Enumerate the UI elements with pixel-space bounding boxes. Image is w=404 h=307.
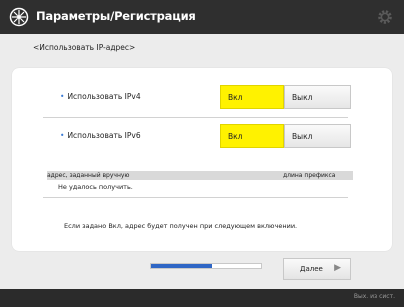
progress-bar (150, 263, 262, 269)
ipv6-label: • Использовать IPv6 (60, 131, 141, 140)
progress-fill (151, 264, 212, 268)
ipv6-on-button[interactable]: Вкл (220, 124, 284, 148)
page-title: Параметры/Регистрация (36, 9, 196, 23)
settings-wheel-icon (9, 7, 29, 27)
address-info-header: адрес, заданный вручную длина префикса (47, 171, 353, 180)
ipv4-off-button[interactable]: Выкл (284, 85, 351, 109)
chevron-right-icon: ▶ (334, 263, 341, 273)
ipv6-off-button[interactable]: Выкл (284, 124, 351, 148)
info-note: Если задано Вкл, адрес будет получен при… (64, 222, 298, 230)
ipv4-on-button[interactable]: Вкл (220, 85, 284, 109)
manual-address-header: адрес, заданный вручную (47, 172, 130, 179)
section-subtitle: <Использовать IP-адрес> (33, 43, 136, 52)
gear-icon[interactable] (376, 8, 394, 26)
next-button[interactable]: Далее ▶ (283, 258, 351, 280)
divider (43, 197, 348, 198)
divider (43, 117, 348, 118)
title-bar: Параметры/Регистрация (0, 0, 404, 34)
ipv4-label: • Использовать IPv4 (60, 92, 141, 101)
status-bar: Вых. из сист. (0, 289, 404, 307)
logout-status[interactable]: Вых. из сист. (354, 293, 395, 300)
address-value: Не удалось получить. (58, 183, 133, 191)
prefix-length-header: длина префикса (283, 172, 336, 179)
bullet-icon: • (60, 131, 65, 140)
next-button-label: Далее (300, 265, 323, 273)
bullet-icon: • (60, 92, 65, 101)
